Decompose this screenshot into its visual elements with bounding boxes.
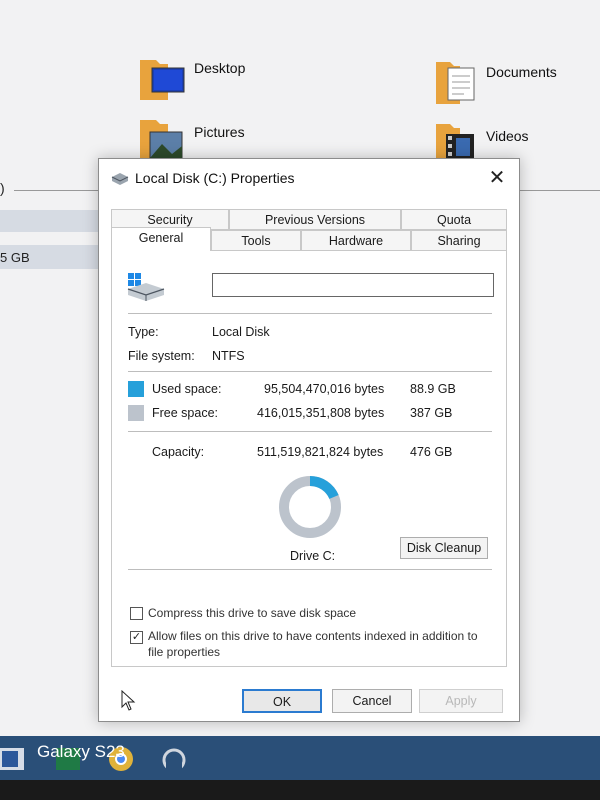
- left-pane-drive-size: 5 GB: [0, 250, 30, 265]
- right-pane-divider: [520, 190, 600, 191]
- left-pane-partial-text: ): [0, 180, 5, 196]
- dialog-titlebar[interactable]: Local Disk (C:) Properties ✕: [99, 159, 519, 197]
- drive-label: Drive C:: [290, 549, 336, 563]
- compress-label: Compress this drive to save disk space: [148, 606, 357, 620]
- separator-1: [128, 313, 492, 314]
- tab-sharing[interactable]: Sharing: [411, 230, 507, 251]
- folder-pictures-icon: [140, 120, 183, 160]
- separator-3: [128, 431, 492, 432]
- tab-quota[interactable]: Quota: [401, 209, 507, 230]
- check-mark-icon: ✓: [131, 631, 142, 643]
- left-pane-selected-row[interactable]: [0, 210, 104, 232]
- tab-previous-versions[interactable]: Previous Versions: [229, 209, 401, 230]
- file-system-value: NTFS: [212, 349, 245, 363]
- dialog-title: Local Disk (C:) Properties: [135, 170, 295, 186]
- separator-4: [128, 569, 492, 570]
- drive-name-input[interactable]: [212, 273, 494, 297]
- folder-desktop-label: Desktop: [194, 60, 246, 76]
- free-space-bytes: 416,015,351,808 bytes: [257, 406, 385, 420]
- word-app-icon[interactable]: [0, 748, 26, 770]
- capacity-bytes: 511,519,821,824 bytes: [257, 445, 384, 459]
- index-checkbox[interactable]: ✓: [130, 631, 143, 644]
- left-pane-divider: [14, 190, 104, 191]
- folder-desktop[interactable]: Desktop: [138, 54, 245, 102]
- disk-cleanup-button[interactable]: Disk Cleanup: [400, 537, 488, 559]
- used-space-label: Used space:: [152, 382, 222, 396]
- separator-2: [128, 371, 492, 372]
- free-space-gb: 387 GB: [410, 406, 453, 420]
- index-label-line1: Allow files on this drive to have conten…: [148, 629, 478, 643]
- ok-button[interactable]: OK: [242, 689, 322, 713]
- folder-videos[interactable]: Videos: [434, 122, 529, 160]
- camera-watermark: Galaxy S23: [37, 742, 125, 761]
- general-tab-panel: Type: Local Disk File system: NTFS Used …: [111, 251, 507, 667]
- capacity-gb: 476 GB: [410, 445, 453, 459]
- donut-used-arc: [309, 476, 339, 500]
- close-button[interactable]: ✕: [485, 167, 509, 191]
- file-system-label: File system:: [128, 349, 195, 363]
- free-space-swatch: [128, 405, 144, 421]
- drive-title-icon: [111, 173, 129, 185]
- close-icon: ✕: [488, 167, 506, 189]
- tab-strip: Security Previous Versions Quota Tools H…: [111, 209, 507, 253]
- used-space-bytes: 95,504,470,016 bytes: [264, 382, 385, 396]
- folder-videos-label: Videos: [486, 128, 529, 144]
- properties-dialog: Local Disk (C:) Properties ✕ Security Pr…: [98, 158, 520, 722]
- folder-pictures[interactable]: Pictures: [138, 118, 245, 160]
- compress-checkbox[interactable]: [130, 607, 143, 620]
- type-label: Type:: [128, 325, 159, 339]
- used-space-gb: 88.9 GB: [410, 382, 456, 396]
- folder-desktop-icon: [140, 60, 185, 100]
- usage-donut-chart: [278, 475, 342, 539]
- tab-hardware[interactable]: Hardware: [301, 230, 411, 251]
- tab-tools[interactable]: Tools: [211, 230, 301, 251]
- capacity-label: Capacity:: [152, 445, 205, 459]
- folder-pictures-label: Pictures: [194, 124, 245, 140]
- drive-large-icon: [127, 273, 165, 301]
- used-space-swatch: [128, 381, 144, 397]
- type-value: Local Disk: [212, 325, 270, 339]
- folder-videos-icon: [436, 124, 474, 160]
- folder-documents[interactable]: Documents: [434, 58, 557, 106]
- folder-documents-label: Documents: [486, 64, 557, 80]
- mouse-cursor-icon: [121, 690, 136, 711]
- cancel-button[interactable]: Cancel: [332, 689, 412, 713]
- free-space-label: Free space:: [152, 406, 219, 420]
- apply-button[interactable]: Apply: [419, 689, 503, 713]
- edge-app-icon[interactable]: [160, 746, 188, 774]
- folder-documents-icon: [436, 62, 475, 104]
- tab-general[interactable]: General: [111, 227, 211, 251]
- monitor-bezel: [0, 780, 600, 800]
- index-label-line2: file properties: [148, 645, 221, 659]
